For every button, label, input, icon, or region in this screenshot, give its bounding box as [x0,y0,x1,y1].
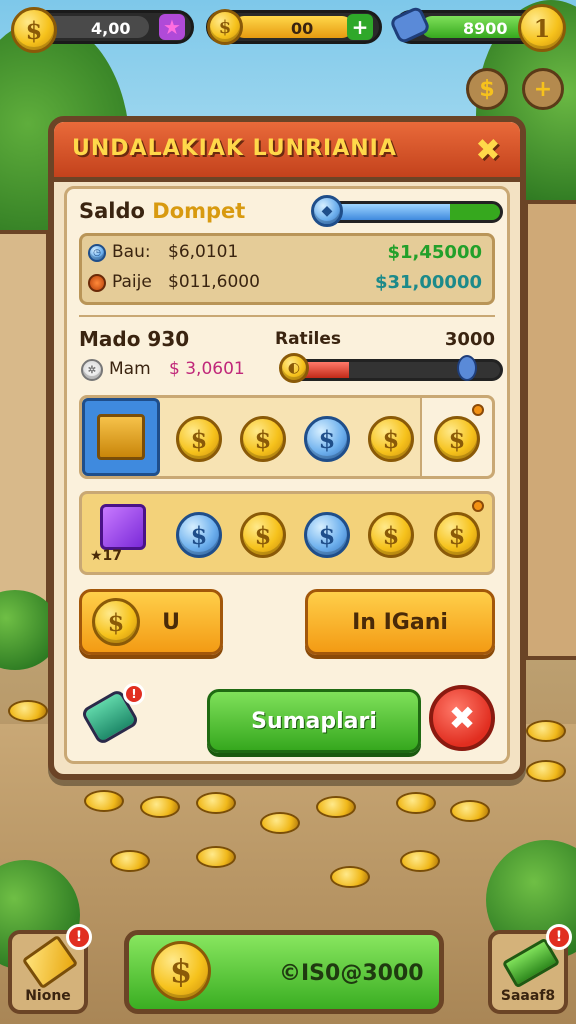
info-line2-label: Paije [112,272,152,292]
coin-icon: $ [92,598,140,646]
coins-value: 4,00 [91,19,131,38]
settings-icon: ✲ [81,359,103,381]
house-left [0,230,50,650]
info-line2-right: $31,00000 [374,272,482,293]
coin-pile [196,846,236,868]
right-action-button[interactable]: In IGani [305,589,495,655]
wallet-label-part1: Saldo [79,199,145,223]
coin-pile [330,866,370,888]
left-action-label: U [162,609,180,635]
coin-icon: ◐ [279,353,309,383]
coin-icon: $ [11,7,57,53]
gem-icon [388,5,432,45]
close-button[interactable]: ✖ [470,132,506,168]
cancel-button[interactable]: ✖ [429,685,495,751]
panel-title: UNDALAKIAK LUNRIANIA [72,136,397,161]
gold-coin-icon: $ [207,9,243,45]
left-corner-button[interactable]: Nione ! [8,924,92,1014]
notification-dot [472,500,484,512]
coin-pile [400,850,440,872]
balance-bar[interactable]: $ ©IS0@3000 [124,930,444,1014]
coin-pile [196,792,236,814]
coin-pile [396,792,436,814]
rates-label: Ratiles [275,329,341,349]
coin-pile [316,796,356,818]
wallet-label-part2: Dompet [152,199,246,223]
wallet-label: Saldo Dompet [79,199,245,223]
coin-slot[interactable]: $ [368,416,414,462]
info-line1-label: Bau: [112,242,151,262]
left-action-button[interactable]: $ U [79,589,223,655]
coins-counter[interactable]: $ 4,00 ★ [11,7,194,53]
coin-slot[interactable]: $ [240,512,286,558]
rates-value: 3000 [444,329,495,350]
coin-slot[interactable]: $ [176,416,222,462]
coin-slot[interactable]: $ [304,512,350,558]
main-panel: UNDALAKIAK LUNRIANIA ✖ Saldo Dompet ◆ ◷ … [48,116,526,780]
shop-button[interactable]: $ [466,68,508,110]
gold-value: 00 [291,19,314,38]
left-corner-badge: ! [66,924,92,950]
coin-slot[interactable]: $ [304,416,350,462]
crate-icon [97,414,145,460]
crate-slot[interactable] [82,398,160,476]
coin-slot[interactable]: $ [434,512,480,558]
info-line1-right: $1,45000 [387,242,482,263]
star-icon[interactable]: ★ [159,14,185,40]
wallet-progress-bar [317,201,503,223]
right-corner-button[interactable]: Saaaf8 ! [488,924,572,1014]
top-bar: $ 4,00 ★ $ 00 + 8900 1 [6,4,570,53]
left-corner-label: Nione [25,988,71,1004]
coin-slot[interactable]: $ [176,512,222,558]
coin-pile [8,700,48,722]
coin-slot[interactable]: $ [240,416,286,462]
mode-label: Mado 930 [79,327,190,351]
add-button[interactable]: + [522,68,564,110]
coin-pile [260,812,300,834]
clock-icon: ◷ [88,244,106,262]
wallet-info-box: ◷ Bau: $6,0101 $1,45000 Paije $011,6000 … [79,233,495,305]
gems-value: 8900 [463,19,508,38]
coin-pile [526,720,566,742]
right-corner-badge: ! [546,924,572,950]
panel-body: Saldo Dompet ◆ ◷ Bau: $6,0101 $1,45000 P… [64,186,510,764]
divider [79,315,495,317]
panel-header: UNDALAKIAK LUNRIANIA ✖ [54,122,520,182]
dollar-coin-icon: $ [151,941,211,1001]
purple-card-icon[interactable] [100,504,146,550]
shield-icon: ◆ [311,195,343,227]
pin-icon [457,355,477,381]
info-line2-value: $011,6000 [168,272,260,292]
info-line1-value: $6,0101 [168,242,239,262]
confirm-button[interactable]: Sumaplari [207,689,421,753]
right-corner-label: Saaaf8 [500,988,556,1004]
slot-row-2: ★17 $ $ $ $ $ [79,491,495,575]
gold-counter[interactable]: $ 00 + [206,9,382,45]
mode-sub-label: Mam [109,359,151,379]
coin-pile [526,760,566,782]
coin-pile [140,796,180,818]
notification-dot [472,404,484,416]
add-gold-icon[interactable]: + [347,14,373,40]
house-right [524,200,576,660]
eraser-badge: ! [123,683,145,705]
flame-icon [88,274,106,292]
coin-pile [84,790,124,812]
coin-pile [110,850,150,872]
coin-pile [450,800,490,822]
coin-slot[interactable]: $ [368,512,414,558]
balance-value: ©IS0@3000 [279,961,424,986]
mode-sub-value: $ 3,0601 [169,359,245,379]
slot-row-1: $ $ $ $ $ [79,395,495,479]
level-badge[interactable]: 1 [518,4,566,52]
card-badge-text: ★17 [90,548,123,564]
coin-slot[interactable]: $ [434,416,480,462]
